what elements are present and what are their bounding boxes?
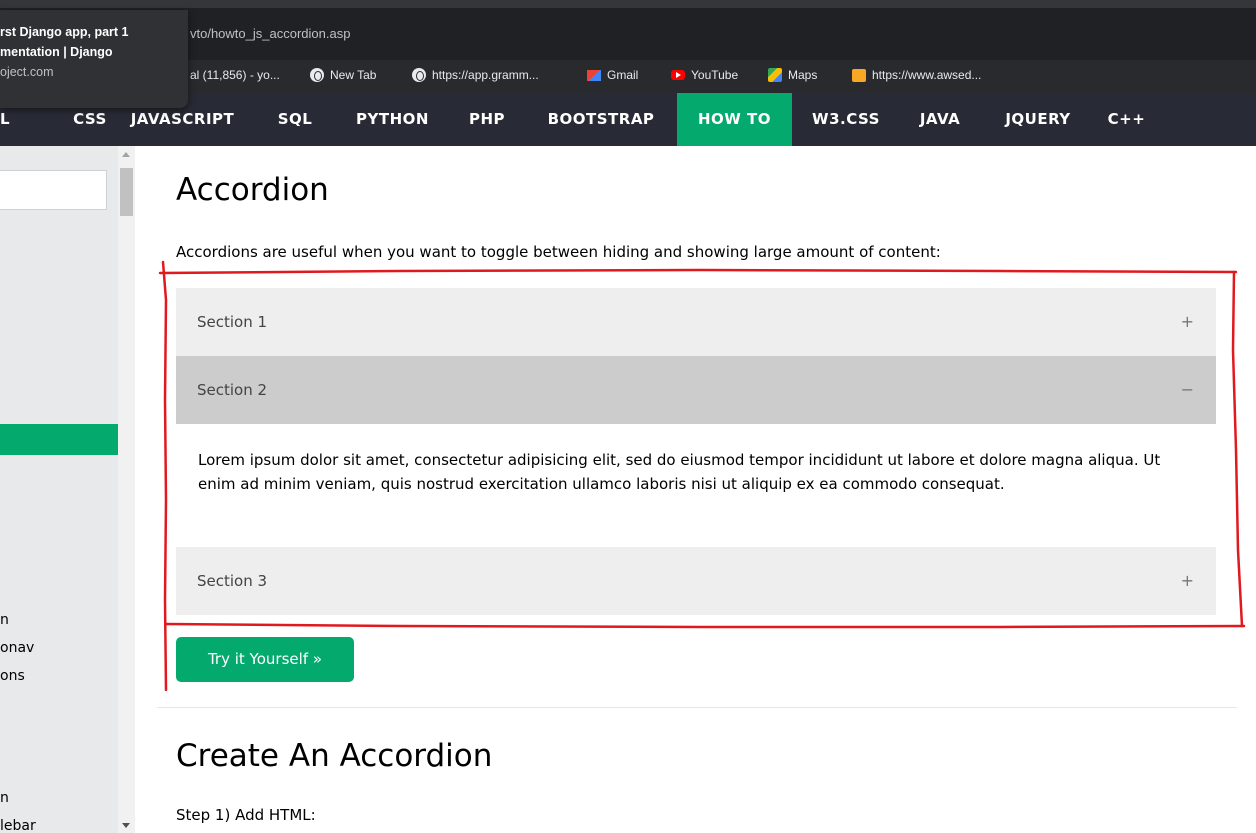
sidebar-item[interactable]: ons: [0, 668, 25, 684]
scroll-thumb[interactable]: [120, 168, 133, 216]
sidebar-item[interactable]: n: [0, 790, 9, 806]
globe-icon: [412, 68, 426, 82]
nav-item-jquery[interactable]: JQUERY: [993, 93, 1083, 146]
plus-icon: +: [1180, 312, 1194, 331]
nav-item-w3css[interactable]: W3.CSS: [806, 93, 886, 146]
accordion-section-1[interactable]: Section 1 +: [176, 288, 1216, 356]
intro-text: Accordions are useful when you want to t…: [176, 243, 941, 261]
sidebar: n onav ons n lebar: [0, 146, 118, 833]
gift-icon: [852, 68, 866, 82]
sidebar-item[interactable]: lebar: [0, 818, 36, 833]
bookmark-item[interactable]: https://www.awsed...: [852, 68, 981, 82]
divider: [157, 707, 1237, 708]
bookmark-item[interactable]: Gmail: [587, 68, 638, 82]
screen: vto/howto_js_accordion.asp al (11,856) -…: [0, 0, 1256, 833]
youtube-icon: [671, 70, 685, 80]
scroll-down-icon[interactable]: [122, 823, 130, 828]
sidebar-item-active[interactable]: [0, 424, 118, 455]
plus-icon: +: [1180, 571, 1194, 590]
nav-item-how-to[interactable]: HOW TO: [677, 93, 792, 146]
bookmark-item[interactable]: https://app.gramm...: [412, 68, 539, 82]
accordion-label: Section 1: [197, 313, 268, 331]
tooltip-domain: oject.com: [0, 65, 54, 79]
bookmarks-bar: al (11,856) - yo... New Tab https://app.…: [0, 60, 1256, 93]
bookmark-item[interactable]: al (11,856) - yo...: [190, 68, 280, 82]
bookmark-item[interactable]: Maps: [768, 68, 817, 82]
url-text[interactable]: vto/howto_js_accordion.asp: [190, 26, 350, 41]
nav-item-sql[interactable]: SQL: [270, 93, 320, 146]
main-content: Accordion Accordions are useful when you…: [135, 146, 1256, 833]
bookmark-item[interactable]: New Tab: [310, 68, 376, 82]
accordion-label: Section 2: [197, 381, 268, 399]
top-navigation: L CSS JAVASCRIPT SQL PYTHON PHP BOOTSTRA…: [0, 93, 1256, 146]
nav-item-cpp[interactable]: C++: [1104, 93, 1149, 146]
nav-item-java[interactable]: JAVA: [910, 93, 970, 146]
page-title: Accordion: [176, 172, 329, 208]
step-text: Step 1) Add HTML:: [176, 806, 316, 824]
nav-item-bootstrap[interactable]: BOOTSTRAP: [536, 93, 666, 146]
tab-hover-tooltip: rst Django app, part 1 mentation | Djang…: [0, 10, 188, 108]
browser-address-bar[interactable]: vto/howto_js_accordion.asp: [0, 8, 1256, 60]
maps-icon: [768, 68, 782, 82]
scroll-up-icon[interactable]: [122, 152, 130, 157]
sidebar-search-input[interactable]: [0, 170, 107, 210]
section-heading: Create An Accordion: [176, 738, 493, 774]
globe-icon: [310, 68, 324, 82]
sidebar-item[interactable]: onav: [0, 640, 34, 656]
try-it-yourself-button[interactable]: Try it Yourself »: [176, 637, 354, 682]
minus-icon: −: [1180, 380, 1194, 399]
accordion-section-3[interactable]: Section 3 +: [176, 547, 1216, 615]
sidebar-item[interactable]: n: [0, 612, 9, 628]
tooltip-title-line-2: mentation | Django: [0, 45, 113, 59]
nav-item-python[interactable]: PYTHON: [345, 93, 440, 146]
bookmark-item[interactable]: YouTube: [671, 68, 738, 82]
accordion-panel: Lorem ipsum dolor sit amet, consectetur …: [198, 451, 1161, 493]
accordion-section-2[interactable]: Section 2 −: [176, 356, 1216, 424]
sidebar-scrollbar[interactable]: [118, 146, 135, 833]
accordion-label: Section 3: [197, 572, 268, 590]
browser-tab-strip: [0, 0, 1256, 8]
gmail-icon: [587, 69, 601, 81]
tooltip-title-line-1: rst Django app, part 1: [0, 25, 129, 39]
nav-item-php[interactable]: PHP: [462, 93, 512, 146]
